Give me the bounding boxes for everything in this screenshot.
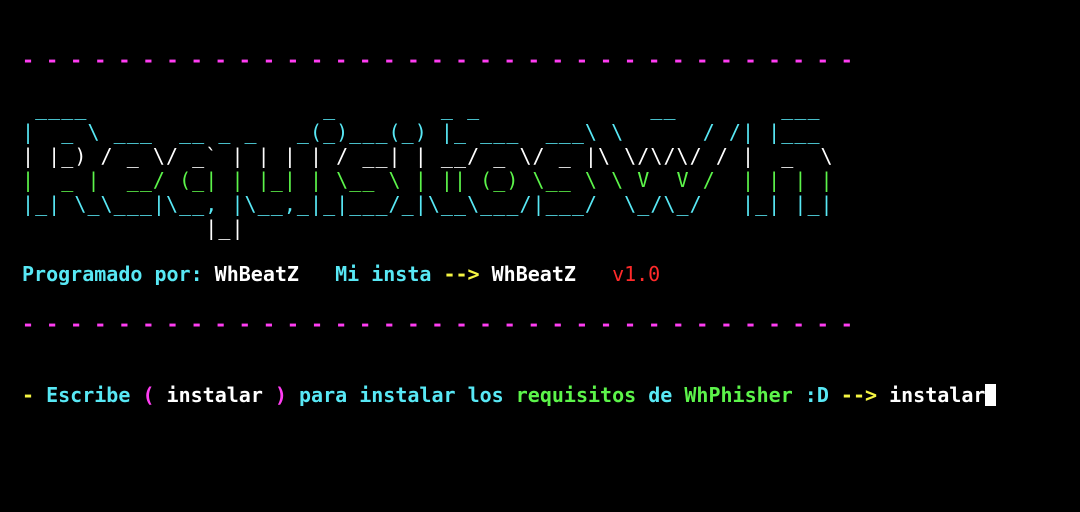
prompt-de: de <box>648 383 673 407</box>
prompt-paren-close: ) <box>274 383 287 407</box>
prompt-keyword: instalar <box>166 383 263 407</box>
banner-line: ____ _ _ _ __ ___ <box>22 96 821 120</box>
terminal-window: - - - - - - - - - - - - - - - - - - - - … <box>0 0 1080 512</box>
separator-top: - - - - - - - - - - - - - - - - - - - - … <box>22 48 853 72</box>
insta-handle: WhBeatZ <box>491 262 576 286</box>
insta-label: Mi insta <box>335 262 432 286</box>
programmed-by-label: Programado por: <box>22 262 203 286</box>
banner-line: |_| \_\___|\__, |\__,_|_|___/_|\__\___/|… <box>22 192 834 216</box>
install-prompt-line[interactable]: - Escribe ( instalar ) para instalar los… <box>22 383 997 407</box>
prompt-arrow: --> <box>840 383 878 407</box>
author-name: WhBeatZ <box>214 262 299 286</box>
banner-line: | |_) / _ \/ _` | | | | / __| | __/ _ \/… <box>22 144 834 168</box>
banner-line: | _ | __/ (_| | |_| | \__ \ | || (_) \__… <box>22 168 834 192</box>
prompt-requisitos: requisitos <box>515 383 637 407</box>
version-badge: v1.0 <box>612 262 661 286</box>
prompt-escribe: Escribe <box>46 383 131 407</box>
banner-line: |_| <box>22 216 245 240</box>
terminal-input[interactable]: instalar <box>889 383 985 407</box>
credits-line: Programado por: WhBeatZ Mi insta --> WhB… <box>22 262 660 286</box>
banner-line: | _ \ ___ __ _ _ _(_)___(_) |_ ___ ___\ … <box>22 120 821 144</box>
text-cursor <box>985 384 997 406</box>
prompt-para-text: para instalar los <box>299 383 504 407</box>
prompt-bullet: - <box>22 383 35 407</box>
prompt-paren-open: ( <box>142 383 155 407</box>
prompt-app-name: WhPhisher <box>684 383 793 407</box>
arrow-indicator: --> <box>443 262 480 286</box>
separator-bottom: - - - - - - - - - - - - - - - - - - - - … <box>22 312 853 336</box>
prompt-smiley: :D <box>804 383 829 407</box>
